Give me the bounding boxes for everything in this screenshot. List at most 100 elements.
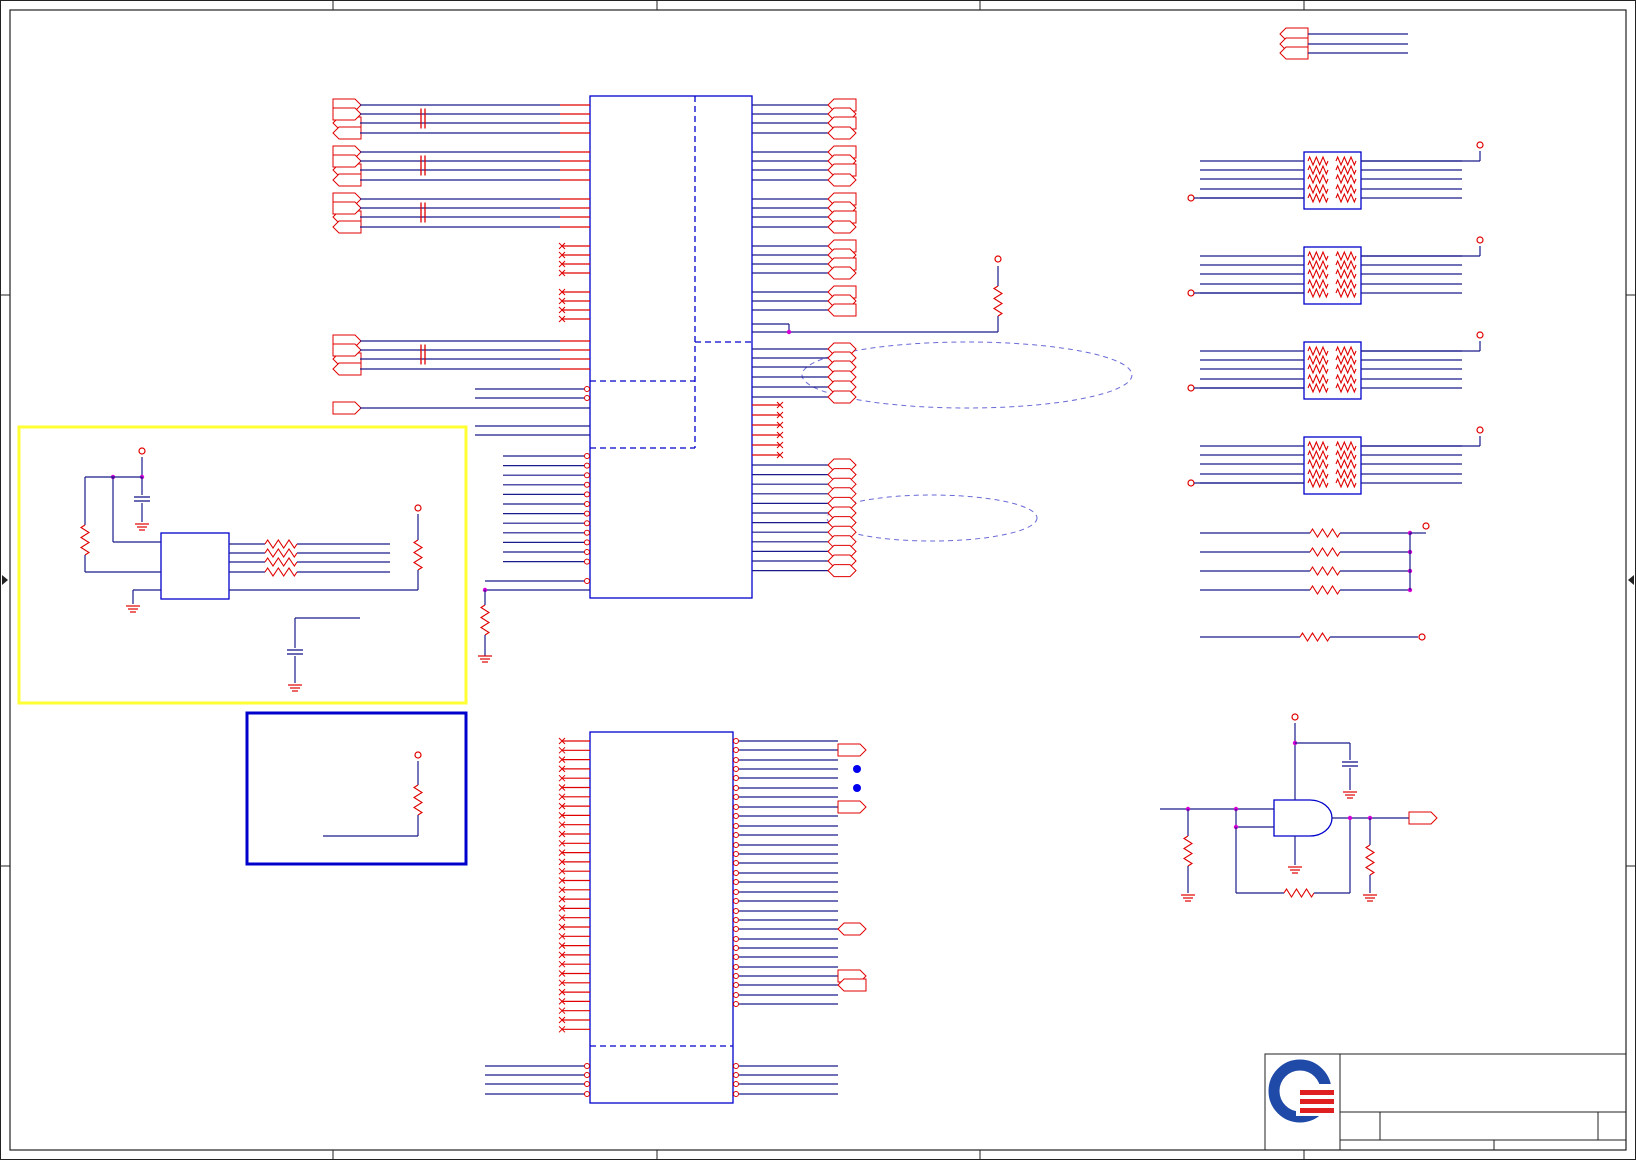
second-ic-outline xyxy=(589,731,734,1104)
pin-bubble xyxy=(584,395,590,401)
net-port xyxy=(827,126,857,140)
resistor-pack-element xyxy=(1307,458,1329,470)
pin-bubble xyxy=(733,1072,739,1078)
pin-bubble xyxy=(733,813,739,819)
resistor-pack-element xyxy=(1335,468,1357,480)
power-terminal xyxy=(1476,331,1484,339)
resistor-pack-element xyxy=(1307,468,1329,480)
net-port xyxy=(837,800,867,814)
side-arrows xyxy=(2,575,1634,585)
net-port xyxy=(332,343,362,357)
pin-bubble xyxy=(584,472,590,479)
pin-bubble xyxy=(584,453,590,459)
resistor-pack-element xyxy=(1307,164,1329,176)
resistor-pack-element xyxy=(1335,373,1357,385)
resistor xyxy=(1299,631,1331,643)
pin-bubble xyxy=(733,926,739,932)
resistor-pack-element xyxy=(1335,382,1357,394)
pin-bubble xyxy=(733,832,739,838)
pin-bubble xyxy=(584,558,590,565)
pin-bubble xyxy=(584,501,590,507)
resistor xyxy=(412,539,424,571)
test-point xyxy=(853,765,861,773)
inner-frame xyxy=(9,9,1627,1151)
resistor-pack-element xyxy=(1307,354,1329,366)
pin-bubble xyxy=(733,747,739,753)
resistor-pack-element xyxy=(1335,183,1357,195)
power-terminal xyxy=(1187,194,1195,202)
pin-bubble xyxy=(584,462,590,469)
resistor-pack-element xyxy=(1307,363,1329,375)
pin-bubble xyxy=(733,973,739,979)
pin-bubble xyxy=(584,481,590,488)
resistor xyxy=(1309,527,1341,539)
net-port xyxy=(332,107,362,121)
power-terminal xyxy=(1187,289,1195,297)
resistor-pack-element xyxy=(1335,458,1357,470)
power-terminal xyxy=(1476,236,1484,244)
and-gate xyxy=(1273,799,1333,837)
net-port xyxy=(1279,46,1309,60)
power-terminal xyxy=(1187,479,1195,487)
net-port xyxy=(1408,811,1438,825)
resistor-pack-element xyxy=(1335,259,1357,271)
resistor-pack-element xyxy=(1335,250,1357,262)
blue-highlight-box xyxy=(245,711,468,866)
resistor-pack-element xyxy=(1307,268,1329,280)
pin-bubble xyxy=(733,794,739,800)
resistor-packs xyxy=(1303,151,1362,495)
resistor-pack-element xyxy=(1335,268,1357,280)
pin-bubble xyxy=(584,578,590,584)
zone-ticks xyxy=(0,0,1636,1160)
pin-bubble xyxy=(733,823,739,829)
resistor-pack-element xyxy=(1335,477,1357,489)
net-port xyxy=(332,220,362,234)
resistor-pack-element xyxy=(1335,155,1357,167)
net-port xyxy=(827,390,857,404)
pin-bubble xyxy=(733,842,739,848)
resistor xyxy=(79,524,91,556)
resistor-pack-element xyxy=(1335,363,1357,375)
resistor xyxy=(412,784,424,816)
pin-bubble xyxy=(733,785,739,791)
resistor-pack-element xyxy=(1307,373,1329,385)
pin-bubble xyxy=(733,1091,739,1097)
resistor-pack-element xyxy=(1335,440,1357,452)
pin-bubble xyxy=(733,1063,739,1069)
resistor xyxy=(479,604,491,636)
main-ic-outline xyxy=(589,95,753,599)
net-port xyxy=(332,201,362,215)
resistor xyxy=(1309,565,1341,577)
resistor-pack-element xyxy=(1335,192,1357,204)
pin-bubble xyxy=(584,386,590,392)
power-terminal xyxy=(1476,426,1484,434)
junction-dot xyxy=(786,329,792,335)
resistor-pack-element xyxy=(1307,449,1329,461)
resistor-pack-element xyxy=(1335,449,1357,461)
test-point xyxy=(853,784,861,792)
pin-bubble xyxy=(584,1081,590,1087)
net-port xyxy=(837,743,867,757)
resistor xyxy=(264,567,298,577)
net-port xyxy=(837,922,867,936)
pin-bubble xyxy=(733,889,739,895)
resistor xyxy=(1182,835,1194,867)
resistor-pack-element xyxy=(1335,164,1357,176)
net-port xyxy=(827,564,857,578)
pin-bubble xyxy=(733,879,739,885)
resistor-pack-element xyxy=(1307,477,1329,489)
resistor xyxy=(1309,584,1341,596)
pin-bubble xyxy=(733,936,739,942)
pin-bubble xyxy=(733,1081,739,1087)
pin-bubble xyxy=(584,520,590,527)
resistor-pack-element xyxy=(1307,259,1329,271)
pin-bubble xyxy=(733,860,739,866)
power-terminal xyxy=(414,504,422,512)
pin-bubble xyxy=(584,529,590,536)
pin-bubble xyxy=(733,766,739,772)
pin-bubble xyxy=(733,954,739,960)
resistor-pack-element xyxy=(1307,440,1329,452)
resistor xyxy=(1309,546,1341,558)
net-port xyxy=(332,173,362,187)
power-terminal xyxy=(994,255,1002,263)
